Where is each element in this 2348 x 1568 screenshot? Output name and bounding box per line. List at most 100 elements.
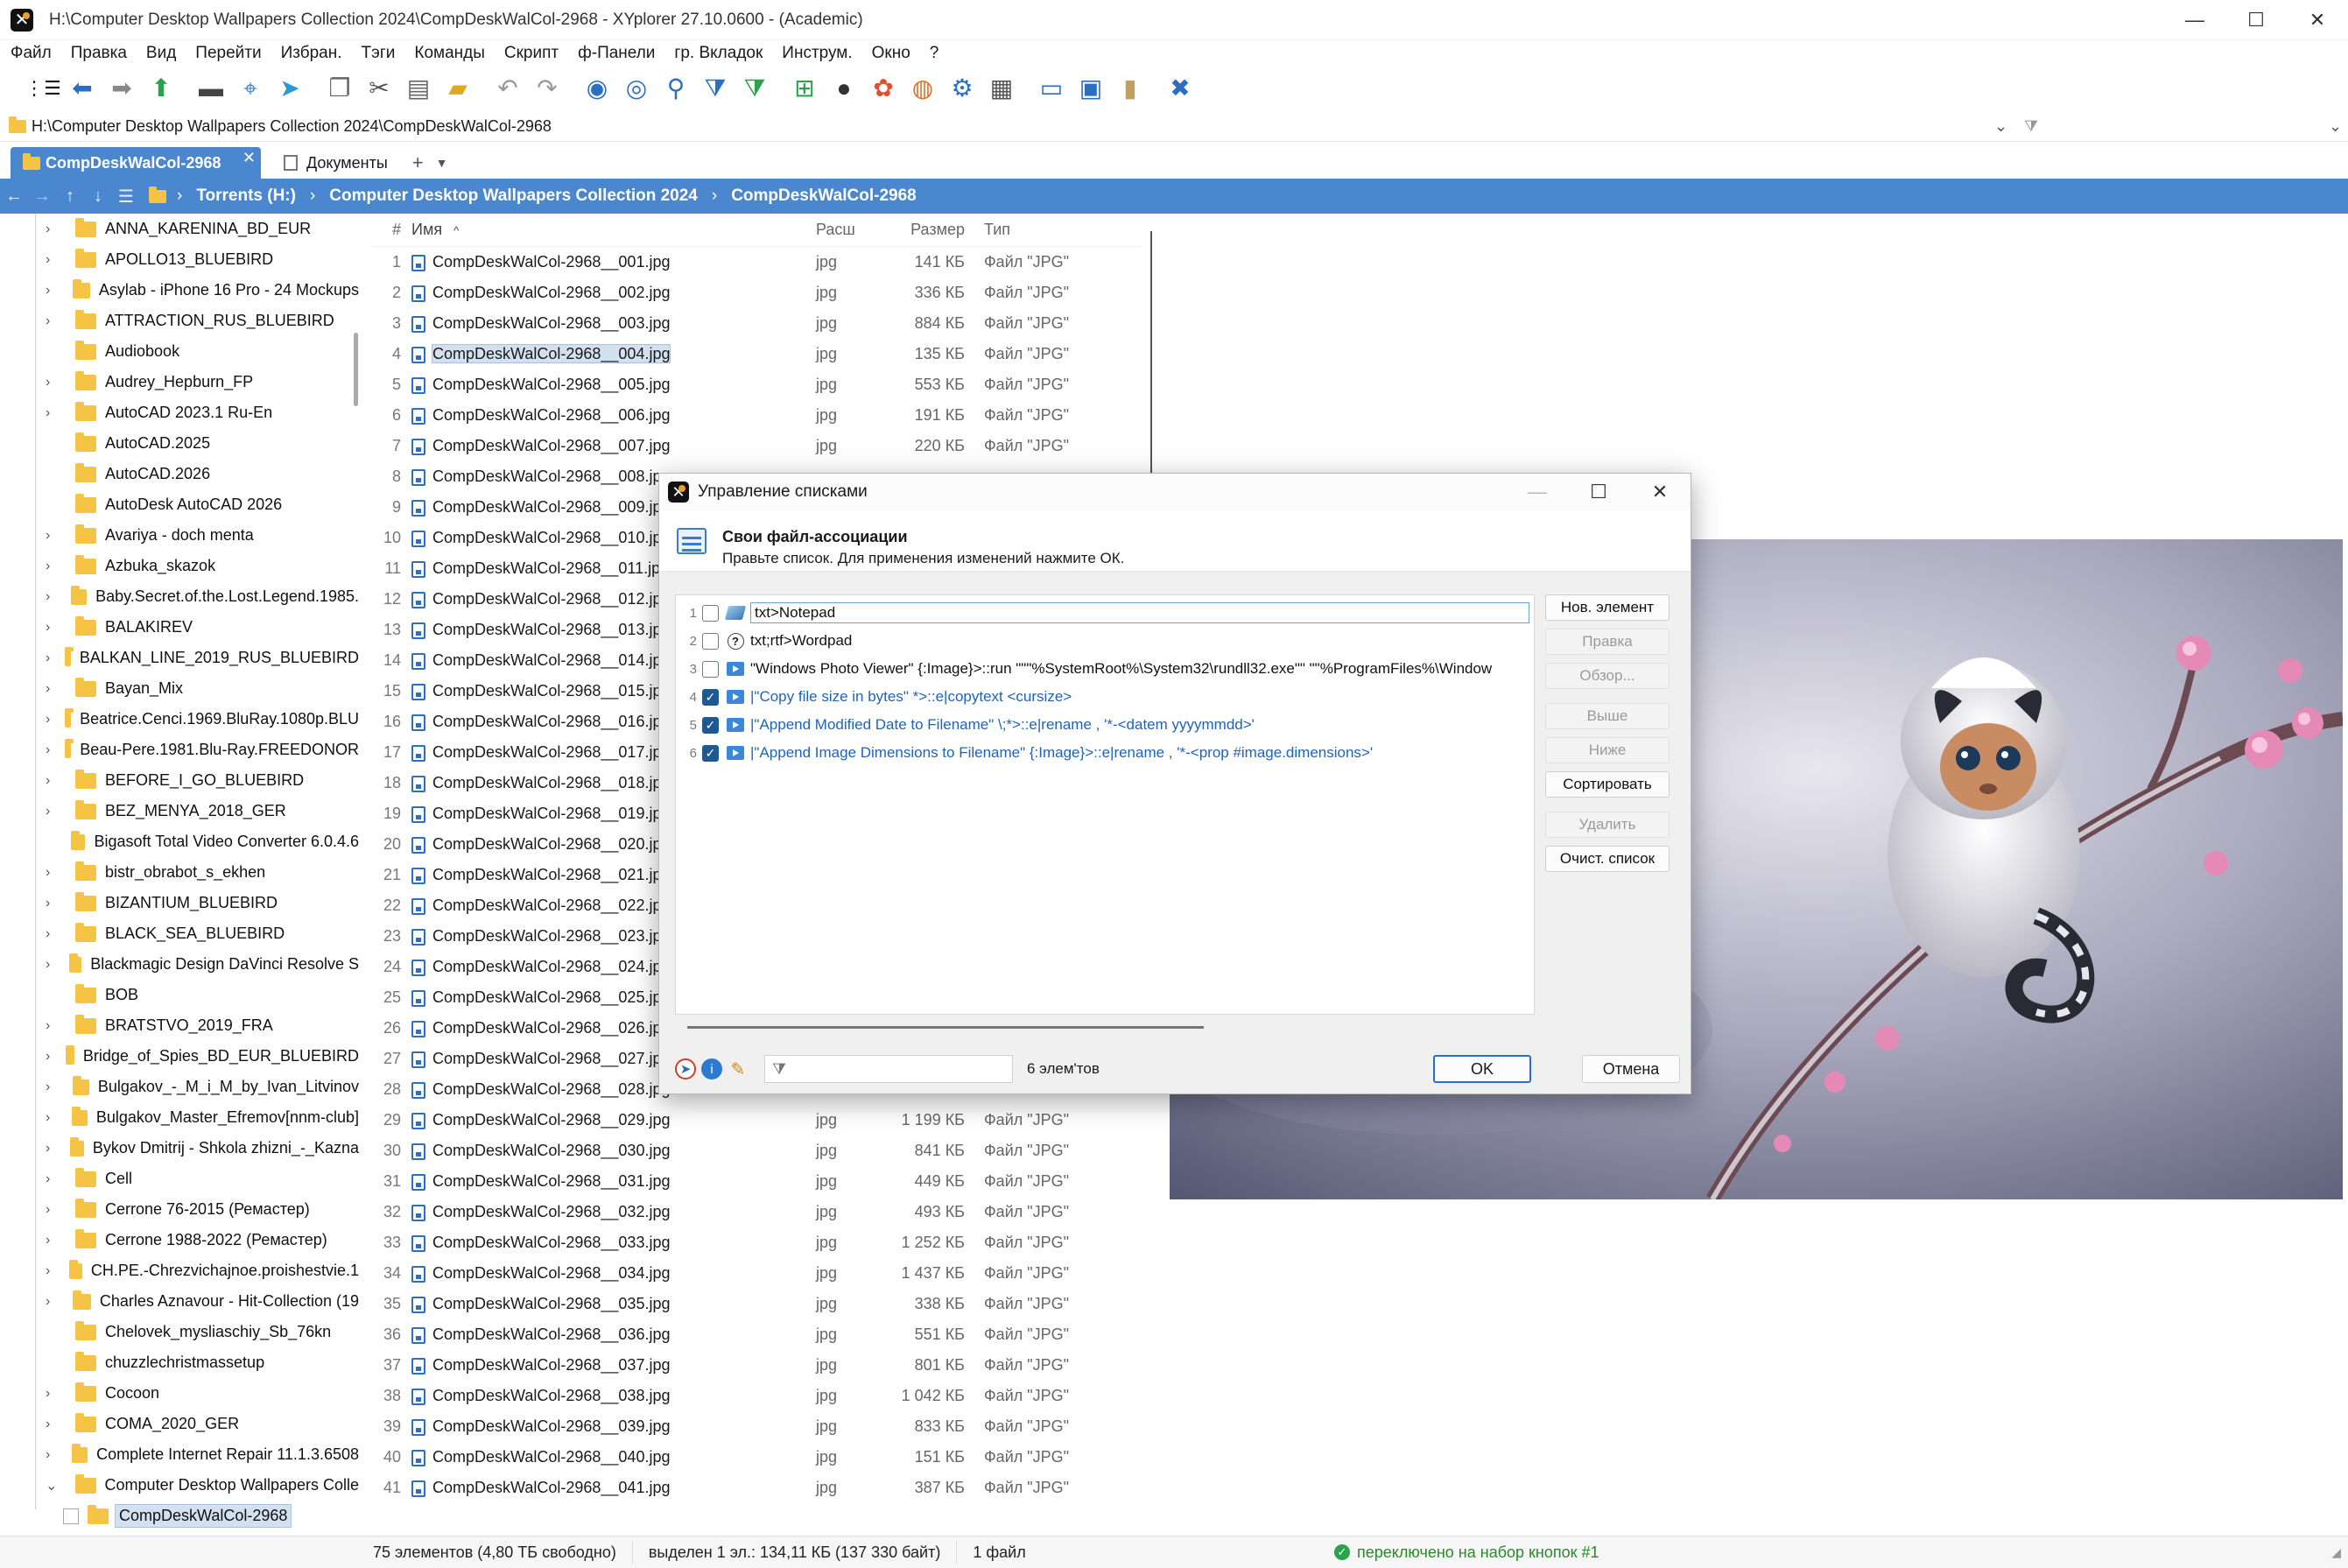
chevron-right-icon[interactable]: › (46, 1294, 59, 1310)
tree-item[interactable]: › Cerrone 76-2015 (Ремастер) (0, 1194, 359, 1225)
menu-item[interactable]: Избран. (281, 44, 342, 63)
cancel-button[interactable]: Отмена (1582, 1055, 1680, 1083)
tree-item[interactable]: › APOLLO13_BLUEBIRD (0, 244, 359, 275)
forward-icon[interactable]: → (28, 186, 56, 207)
file-name-cell[interactable]: CompDeskWalCol-2968__007.jpg (406, 437, 805, 455)
file-name-cell[interactable]: CompDeskWalCol-2968__038.jpg (406, 1387, 805, 1405)
file-name-cell[interactable]: CompDeskWalCol-2968__034.jpg (406, 1264, 805, 1283)
file-row[interactable]: 1 CompDeskWalCol-2968__001.jpg jpg 141 КБ Фа… (371, 247, 1142, 278)
chevron-right-icon[interactable]: › (46, 1233, 61, 1248)
chevron-right-icon[interactable]: › (46, 896, 61, 911)
file-row[interactable]: 30 CompDeskWalCol-2968__030.jpg jpg 841 КБ Ф… (371, 1136, 1142, 1166)
back-icon[interactable]: ← (0, 186, 28, 207)
add-tab-button[interactable]: + (400, 147, 436, 179)
tree-item[interactable]: › ANNA_KARENINA_BD_EUR (0, 214, 359, 244)
down-icon[interactable]: ↓ (84, 186, 112, 207)
address-bar[interactable]: H:\Computer Desktop Wallpapers Collectio… (0, 112, 2348, 142)
row-checkbox[interactable] (702, 632, 719, 650)
chevron-right-icon[interactable]: › (46, 1447, 58, 1463)
tree-item[interactable]: › Baby.Secret.of.the.Lost.Legend.1985. (0, 581, 359, 612)
filter-green-icon[interactable]: ⧩ (738, 72, 771, 105)
new-item-button[interactable]: Нов. элемент (1545, 594, 1670, 621)
chevron-right-icon[interactable]: › (46, 252, 61, 268)
up-icon[interactable]: ↑ (56, 186, 84, 207)
menu-item[interactable]: ? (930, 44, 939, 63)
tools-icon[interactable]: ✖ (1163, 72, 1197, 105)
menu-item[interactable]: гр. Вкладок (674, 44, 763, 63)
row-checkbox[interactable] (702, 604, 719, 622)
tree-item[interactable]: › Cell (0, 1164, 359, 1194)
tree-item[interactable]: › bistr_obrabot_s_ekhen (0, 857, 359, 888)
file-row[interactable]: 29 CompDeskWalCol-2968__029.jpg jpg 1 199 К… (371, 1105, 1142, 1136)
tree-item[interactable]: › Asylab - iPhone 16 Pro - 24 Mockups (0, 275, 359, 306)
tree-item[interactable]: › Cocoon (0, 1378, 359, 1409)
breadcrumb-item[interactable]: CompDeskWalCol-2968 (731, 186, 917, 206)
tree-item[interactable]: › BEZ_MENYA_2018_GER (0, 796, 359, 826)
tree-item[interactable]: › Audrey_Hepburn_FP (0, 367, 359, 397)
file-name-cell[interactable]: CompDeskWalCol-2968__040.jpg (406, 1448, 805, 1466)
file-row[interactable]: 37 CompDeskWalCol-2968__037.jpg jpg 801 КБ Ф… (371, 1350, 1142, 1381)
menu-item[interactable]: Вид (146, 44, 176, 63)
dialog-maximize-button[interactable]: ☐ (1568, 474, 1629, 510)
filter-icon[interactable]: ⧩ (699, 72, 732, 105)
association-row[interactable]: 3 "Windows Photo Viewer" {:Image}>::run "… (676, 655, 1534, 683)
edit-pencil-icon[interactable]: ✎ (728, 1058, 749, 1079)
play-icon[interactable]: ◉ (580, 72, 614, 105)
row-checkbox[interactable]: ✓ (702, 716, 719, 734)
computer-icon[interactable]: ▬ (194, 72, 228, 105)
chevron-right-icon[interactable]: › (46, 1171, 61, 1187)
file-name-cell[interactable]: CompDeskWalCol-2968__036.jpg (406, 1325, 805, 1344)
tree-item[interactable]: › Azbuka_skazok (0, 551, 359, 581)
file-row[interactable]: 32 CompDeskWalCol-2968__032.jpg jpg 493 КБ Ф… (371, 1197, 1142, 1227)
chevron-right-icon[interactable]: › (46, 1141, 56, 1157)
tree-item[interactable]: › BALKAN_LINE_2019_RUS_BLUEBIRD (0, 643, 359, 673)
tree-scrollbar[interactable] (354, 333, 358, 406)
tab-dropdown-icon[interactable]: ▼ (436, 147, 448, 179)
chevron-right-icon[interactable]: › (46, 681, 61, 697)
filter-dropdown-icon[interactable]: ⌄ (2329, 117, 2342, 136)
column-size[interactable]: Размер (875, 221, 972, 239)
undo-icon[interactable]: ↶ (491, 72, 524, 105)
browse-button[interactable]: Обзор... (1545, 663, 1670, 689)
close-button[interactable]: ✕ (2287, 0, 2348, 40)
focus-icon[interactable]: ➤ (273, 72, 306, 105)
column-type[interactable]: Тип (972, 221, 1112, 239)
breadcrumb-item[interactable]: Computer Desktop Wallpapers Collection 2… (329, 186, 698, 206)
tree-item[interactable]: › Bayan_Mix (0, 673, 359, 704)
chevron-right-icon[interactable]: › (46, 1110, 58, 1126)
tree-item[interactable]: › COMA_2020_GER (0, 1409, 359, 1439)
pane-vertical-icon[interactable]: ▮ (1114, 72, 1147, 105)
chevron-right-icon[interactable]: › (46, 865, 61, 881)
file-name-cell[interactable]: CompDeskWalCol-2968__030.jpg (406, 1142, 805, 1160)
chevron-right-icon[interactable]: › (46, 1386, 61, 1402)
horizontal-scrollbar[interactable] (677, 1023, 1535, 1033)
file-row[interactable]: 41 CompDeskWalCol-2968__041.jpg jpg 387 КБ Ф… (371, 1473, 1142, 1503)
tree-item[interactable]: ›Audiobook (0, 336, 359, 367)
grid-icon[interactable]: ▦ (985, 72, 1018, 105)
file-row[interactable]: 3 CompDeskWalCol-2968__003.jpg jpg 884 КБ Фа… (371, 308, 1142, 339)
ok-button[interactable]: OK (1433, 1055, 1531, 1083)
tree-item[interactable]: ›Bigasoft Total Video Converter 6.0.4.6 (0, 826, 359, 857)
splitter[interactable] (1150, 231, 1152, 476)
row-checkbox[interactable] (702, 660, 719, 678)
redo-icon[interactable]: ↷ (531, 72, 564, 105)
chevron-right-icon[interactable]: › (46, 1263, 55, 1279)
file-name-cell[interactable]: CompDeskWalCol-2968__032.jpg (406, 1203, 805, 1221)
tree-item[interactable]: ›chuzzlechristmassetup (0, 1347, 359, 1378)
menu-item[interactable]: Файл (11, 44, 52, 63)
chevron-right-icon[interactable]: › (46, 1049, 52, 1065)
chevron-right-icon[interactable]: › (46, 221, 61, 237)
file-name-cell[interactable]: CompDeskWalCol-2968__039.jpg (406, 1417, 805, 1436)
tree-item[interactable]: › BIZANTIUM_BLUEBIRD (0, 888, 359, 918)
file-name-cell[interactable]: CompDeskWalCol-2968__041.jpg (406, 1479, 805, 1497)
minimize-button[interactable]: — (2164, 0, 2225, 40)
file-name-cell[interactable]: CompDeskWalCol-2968__005.jpg (406, 376, 805, 394)
chevron-right-icon[interactable]: › (46, 957, 55, 973)
menu-item[interactable]: Команды (414, 44, 485, 63)
list-icon[interactable]: ☰ (112, 186, 140, 207)
maximize-button[interactable]: ☐ (2225, 0, 2287, 40)
chevron-right-icon[interactable]: › (46, 1417, 61, 1432)
move-down-button[interactable]: Ниже (1545, 737, 1670, 763)
chevron-right-icon[interactable]: › (46, 528, 61, 544)
tab-documents[interactable]: Документы (271, 147, 400, 179)
